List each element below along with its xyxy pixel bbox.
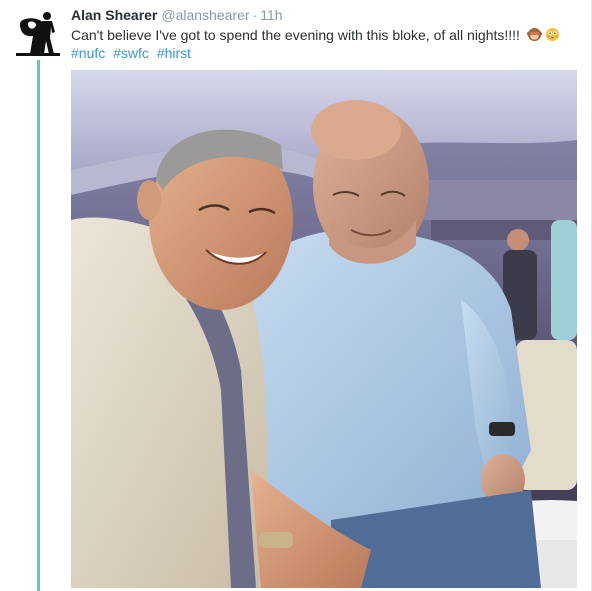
tweet-photo[interactable] — [71, 70, 577, 588]
display-name[interactable]: Alan Shearer — [71, 7, 157, 23]
username[interactable]: @alanshearer — [161, 7, 249, 23]
tweet[interactable]: Alan Shearer @alanshearer · 11h Can't belie… — [71, 6, 581, 62]
separator: · — [252, 7, 258, 23]
hashtag-list: #nufc #swfc #hirst — [71, 44, 581, 62]
silhouette-number-9-logo-icon — [16, 12, 60, 56]
flushed-face-icon — [545, 27, 560, 42]
conversation-thread-line — [37, 60, 40, 591]
photo-image — [71, 70, 577, 588]
hashtag-swfc[interactable]: #swfc — [113, 45, 149, 61]
hashtag-nufc[interactable]: #nufc — [71, 45, 105, 61]
hashtag-hirst[interactable]: #hirst — [157, 45, 191, 61]
tweet-header: Alan Shearer @alanshearer · 11h — [71, 6, 581, 24]
tweet-text-line: Can't believe I've got to spend the even… — [71, 26, 581, 44]
tweet-text: Can't believe I've got to spend the even… — [71, 27, 520, 43]
avatar[interactable] — [14, 10, 62, 58]
see-no-evil-monkey-icon — [526, 27, 542, 42]
timestamp[interactable]: 11h — [260, 7, 282, 23]
